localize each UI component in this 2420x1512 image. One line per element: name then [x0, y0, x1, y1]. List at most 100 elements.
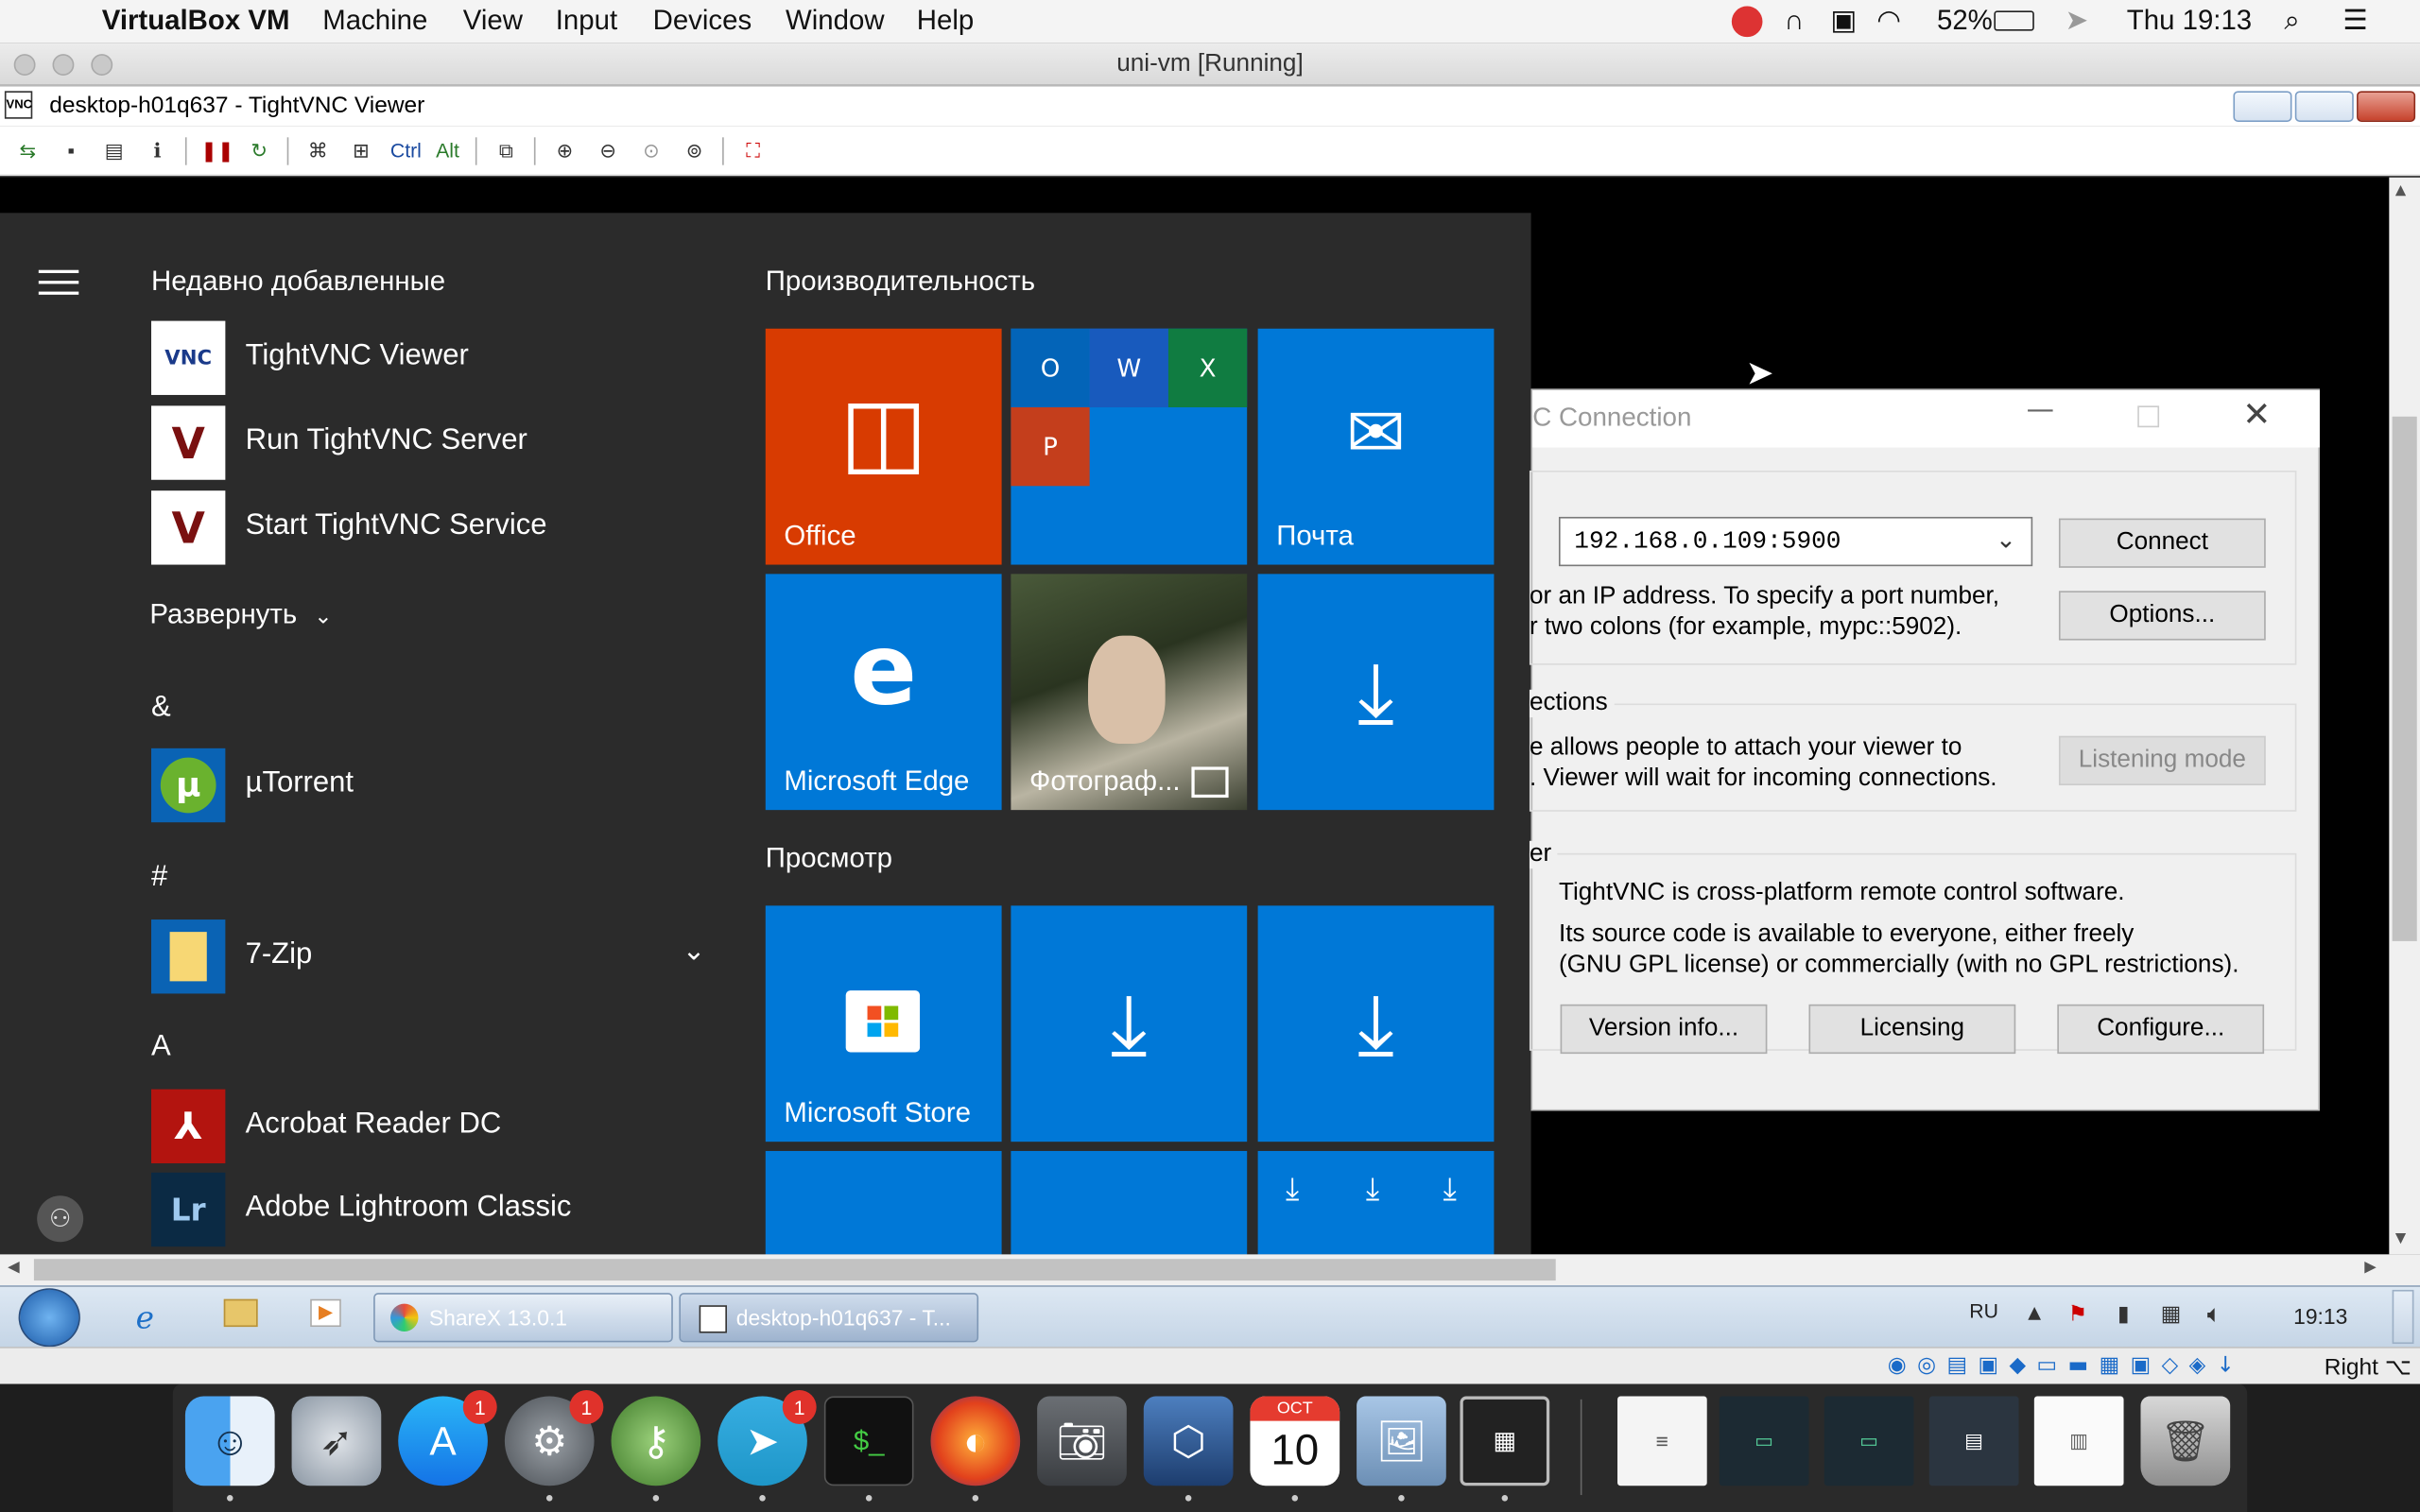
vnc-restore-button[interactable]: [2294, 91, 2354, 122]
pause-icon[interactable]: ❚❚: [200, 136, 234, 167]
media-player-icon[interactable]: ▶: [310, 1298, 341, 1328]
vpn-icon[interactable]: ▣: [1830, 5, 1857, 37]
user-avatar-icon[interactable]: ⚇: [37, 1195, 84, 1243]
tile-photos[interactable]: Фотограф...: [1011, 574, 1248, 811]
tile-mail[interactable]: ✉ Почта: [1257, 328, 1495, 565]
tile-office[interactable]: ◫ Office: [765, 328, 1002, 565]
menu-devices[interactable]: Devices: [653, 5, 752, 37]
letter-header[interactable]: A: [151, 1031, 171, 1065]
preview-icon[interactable]: 🖼︎: [1357, 1396, 1446, 1486]
system-preferences-icon[interactable]: ⚙ 1: [504, 1390, 604, 1486]
tray-expand-icon[interactable]: ▲: [2028, 1302, 2041, 1322]
virtualbox-icon[interactable]: ⬡: [1143, 1396, 1234, 1486]
windows-start-button[interactable]: [18, 1288, 80, 1348]
remote-desktop[interactable]: Недавно добавленные VNC TightVNC Viewer …: [0, 177, 2390, 1255]
tile-office-apps[interactable]: O W X P: [1011, 328, 1248, 565]
vnc-viewer-titlebar[interactable]: VNC desktop-h01q637 - TightVNC Viewer: [0, 86, 2420, 127]
remote-host-combobox[interactable]: 192.168.0.109:5900 ⌄: [1558, 516, 2033, 567]
screenshot-camera-icon[interactable]: 📷︎: [1037, 1396, 1127, 1486]
terminal-window-thumbnail[interactable]: ▭: [1719, 1396, 1809, 1486]
letter-header[interactable]: &: [151, 691, 171, 725]
battery-percent[interactable]: 52%: [1937, 5, 1993, 37]
outlook-icon[interactable]: O: [1011, 328, 1090, 408]
menu-view[interactable]: View: [463, 5, 523, 37]
vm-window-titlebar[interactable]: uni-vm [Running]: [0, 43, 2420, 87]
start-item-lightroom[interactable]: Lr Adobe Lightroom Classic: [151, 1172, 707, 1247]
vertical-scroll-thumb[interactable]: [2392, 416, 2417, 941]
dialog-maximize-icon[interactable]: [2137, 405, 2160, 428]
alt-key-button[interactable]: Alt: [432, 136, 463, 167]
horizontal-scroll-thumb[interactable]: [33, 1259, 1556, 1281]
ctrl-alt-del-icon[interactable]: ⌘: [302, 136, 334, 167]
scroll-down-icon[interactable]: ▼: [2395, 1231, 2406, 1246]
volume-icon[interactable]: 🔈︎: [2207, 1299, 2222, 1331]
network-tray-icon[interactable]: ▦: [2161, 1302, 2182, 1327]
wifi-icon[interactable]: ◠: [1876, 5, 1901, 37]
screen-sharing-icon[interactable]: ▦: [1460, 1396, 1550, 1486]
trash-icon[interactable]: 🗑︎: [2140, 1396, 2231, 1486]
transfer-files-icon[interactable]: ⧉: [491, 136, 522, 167]
version-info-button[interactable]: Version info...: [1560, 1004, 1768, 1055]
ctrl-key-button[interactable]: Ctrl: [386, 136, 425, 167]
menu-machine[interactable]: Machine: [322, 5, 427, 37]
vm-device-icons[interactable]: ◉◎▤▣◆▭▬▦▣◇◈↓: [1888, 1353, 2245, 1378]
configure-button[interactable]: Configure...: [2057, 1004, 2265, 1055]
menubar-clock[interactable]: Thu 19:13: [2127, 5, 2252, 37]
internet-explorer-icon[interactable]: ℯ: [136, 1299, 154, 1336]
tile-download-5[interactable]: ⤓: [1011, 1150, 1248, 1255]
battery-tray-icon[interactable]: ▮: [2118, 1302, 2130, 1327]
licensing-button[interactable]: Licensing: [1808, 1004, 2016, 1055]
tile-download-2[interactable]: ⤓: [1011, 905, 1248, 1143]
document-thumbnail-icon[interactable]: ≡: [1617, 1396, 1707, 1486]
horizontal-scrollbar[interactable]: ◀ ▶: [0, 1254, 2420, 1285]
spotlight-search-icon[interactable]: ⌕: [2284, 5, 2299, 37]
zoom-out-icon[interactable]: ⊖: [593, 136, 624, 167]
show-desktop-button[interactable]: [2392, 1289, 2414, 1345]
letter-header[interactable]: #: [151, 861, 167, 895]
notification-center-icon[interactable]: ☰: [2342, 5, 2367, 37]
fullscreen-icon[interactable]: ⛶: [737, 136, 769, 167]
chevron-down-icon[interactable]: ⌄: [683, 935, 706, 967]
start-item-7zip[interactable]: 7-Zip ⌄: [151, 919, 713, 994]
document-window-thumbnail[interactable]: ▥: [2033, 1396, 2124, 1486]
expand-button[interactable]: Развернуть ⌄: [149, 598, 458, 642]
save-icon[interactable]: ▪: [56, 136, 87, 167]
taskbar-item-sharex[interactable]: ShareX 13.0.1: [373, 1293, 673, 1343]
options-button[interactable]: Options...: [2058, 591, 2266, 641]
start-item-tightvnc-viewer[interactable]: VNC TightVNC Viewer: [151, 320, 707, 395]
listening-mode-button[interactable]: Listening mode: [2058, 735, 2266, 786]
refresh-icon[interactable]: ↻: [244, 136, 275, 167]
explorer-folder-icon[interactable]: [223, 1298, 258, 1328]
zoom-fit-icon[interactable]: ⊚: [679, 136, 710, 167]
battery-icon[interactable]: [1994, 10, 2034, 31]
telegram-icon[interactable]: ➤ 1: [717, 1390, 817, 1486]
headphones-icon[interactable]: ∩: [1784, 5, 1804, 37]
start-item-utorrent[interactable]: µ µTorrent: [151, 747, 707, 823]
terminal-window-thumbnail-2[interactable]: ▭: [1824, 1396, 1914, 1486]
tile-store[interactable]: Microsoft Store: [765, 905, 1002, 1143]
options-icon[interactable]: ▤: [98, 136, 130, 167]
powerpoint-icon[interactable]: P: [1011, 407, 1090, 487]
calendar-icon[interactable]: OCT 10: [1250, 1396, 1340, 1486]
menubar-app-name[interactable]: VirtualBox VM: [102, 5, 290, 37]
vertical-scrollbar[interactable]: ▲ ▼: [2389, 177, 2420, 1255]
menu-help[interactable]: Help: [917, 5, 974, 37]
host-key-indicator[interactable]: Right ⌥: [2325, 1353, 2411, 1381]
terminal-icon[interactable]: $_: [823, 1396, 914, 1486]
app-store-icon[interactable]: A1: [398, 1390, 497, 1486]
start-item-run-tightvnc-server[interactable]: V Run TightVNC Server: [151, 405, 707, 480]
menu-input[interactable]: Input: [556, 5, 617, 37]
tile-edge[interactable]: e Microsoft Edge: [765, 574, 1002, 811]
window-thumbnail[interactable]: ▤: [1928, 1396, 2019, 1486]
chevron-down-icon[interactable]: ⌄: [1996, 524, 2016, 554]
taskbar-item-vnc[interactable]: desktop-h01q637 - T...: [679, 1293, 979, 1343]
excel-icon[interactable]: X: [1167, 328, 1248, 408]
finder-icon[interactable]: ☺: [184, 1396, 275, 1486]
scroll-right-icon[interactable]: ▶: [2364, 1259, 2377, 1276]
taskbar-clock[interactable]: 19:13: [2293, 1304, 2347, 1329]
tile-download-4[interactable]: ⤓: [765, 1150, 1002, 1255]
dialog-close-icon[interactable]: ✕: [2242, 397, 2271, 436]
dialog-titlebar[interactable]: C Connection — ✕: [1532, 390, 2320, 448]
zoom-100-icon[interactable]: ⊙: [636, 136, 667, 167]
menu-window[interactable]: Window: [786, 5, 885, 37]
